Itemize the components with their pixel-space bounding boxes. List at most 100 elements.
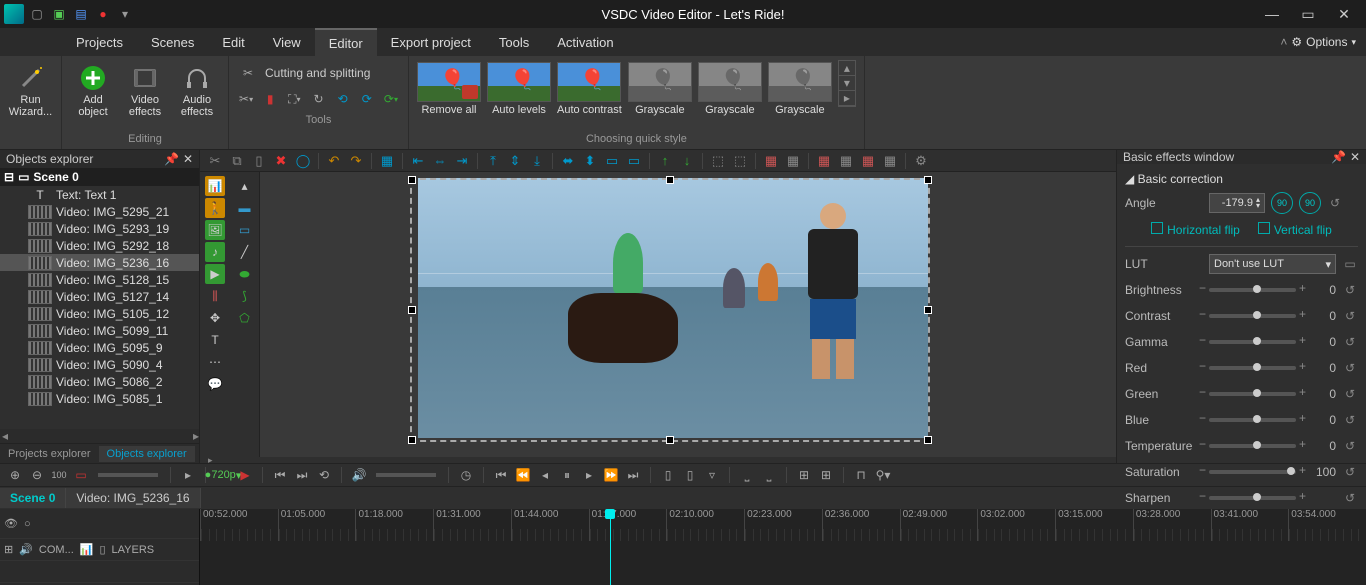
ungroup-icon[interactable]: ⬚ <box>731 152 749 170</box>
expand-icon[interactable]: ˄ <box>1280 35 1287 49</box>
rot90r-button[interactable]: 90 <box>1299 192 1321 214</box>
gamma-slider[interactable] <box>1209 340 1296 344</box>
resolution-dropdown[interactable]: ● 720p ▾ <box>214 466 232 484</box>
quick-new-icon[interactable]: ▢ <box>30 7 44 21</box>
angle-input[interactable]: -179.9▴▾ <box>1209 193 1265 213</box>
quick-save-icon[interactable]: ▣ <box>52 7 66 21</box>
tab-projects-explorer[interactable]: Projects explorer <box>0 446 99 462</box>
grid1-icon[interactable]: ▦ <box>762 152 780 170</box>
tab-objects-explorer[interactable]: Objects explorer <box>99 446 195 462</box>
dist3-icon[interactable]: ▭ <box>603 152 621 170</box>
basic-correction-header[interactable]: ◢ Basic correction <box>1125 168 1358 190</box>
next-scene-icon[interactable]: ⏭ <box>293 466 311 484</box>
timeline-track-2[interactable] <box>0 561 199 583</box>
person-icon[interactable]: 🚶 <box>205 198 225 218</box>
selection-box[interactable] <box>410 178 930 442</box>
music-icon[interactable]: ♪ <box>205 242 225 262</box>
align-r-icon[interactable]: ⇥ <box>453 152 471 170</box>
sel4-icon[interactable]: ▦ <box>881 152 899 170</box>
pointer-icon[interactable]: ▴ <box>235 176 255 196</box>
temperature-reset-icon[interactable]: ↺ <box>1342 439 1358 453</box>
text-icon[interactable]: T <box>205 330 225 350</box>
tooltip-icon[interactable]: ⋯ <box>205 352 225 372</box>
menu-editor[interactable]: Editor <box>315 28 377 57</box>
chart-icon[interactable]: 📊 <box>205 176 225 196</box>
menu-view[interactable]: View <box>259 29 315 56</box>
link-icon[interactable]: ⚲▾ <box>874 466 892 484</box>
audio-effects-button[interactable]: Audio effects <box>174 60 220 118</box>
lut-dropdown[interactable]: Don't use LUT▾ <box>1209 254 1336 274</box>
angle-reset-icon[interactable]: ↺ <box>1327 196 1343 210</box>
blue-slider[interactable] <box>1209 418 1296 422</box>
paste-icon[interactable]: ▯ <box>250 152 268 170</box>
timeline-cursor[interactable] <box>610 509 611 585</box>
close-button[interactable]: ✕ <box>1326 6 1362 23</box>
red-reset-icon[interactable]: ↺ <box>1342 361 1358 375</box>
timeline-track-1[interactable]: ⊞🔊COM...📊▯LAYERS <box>0 539 199 561</box>
down-icon[interactable]: ↓ <box>678 152 696 170</box>
rect-sh-icon[interactable]: ▬ <box>235 198 255 218</box>
rot90-icon[interactable]: ⟲ <box>334 88 352 110</box>
run-wizard-button[interactable]: Run Wizard... <box>8 60 53 118</box>
rot90l-button[interactable]: 90 <box>1271 192 1293 214</box>
play-icon[interactable]: ▶ <box>205 264 225 284</box>
quick-open-icon[interactable]: ▤ <box>74 7 88 21</box>
crumb-scene[interactable]: Scene 0 <box>0 488 66 508</box>
rot90r-icon[interactable]: ⟳ <box>358 88 376 110</box>
tree-item[interactable]: Video: IMG_5105_12 <box>0 305 199 322</box>
add-object-button[interactable]: Add object <box>70 60 116 118</box>
hflip-checkbox[interactable]: Horizontal flip <box>1151 222 1240 237</box>
copy-icon[interactable]: ⧉ <box>228 152 246 170</box>
brightness-reset-icon[interactable]: ↺ <box>1342 283 1358 297</box>
vflip-checkbox[interactable]: Vertical flip <box>1258 222 1332 237</box>
style-grayscale-5[interactable]: Grayscale <box>768 62 832 116</box>
step-back-icon[interactable]: ◂ <box>536 466 554 484</box>
mark-in-icon[interactable]: ▯ <box>659 466 677 484</box>
rect2-sh-icon[interactable]: ▭ <box>235 220 255 240</box>
gamma-reset-icon[interactable]: ↺ <box>1342 335 1358 349</box>
style-grayscale-3[interactable]: Grayscale <box>628 62 692 116</box>
grid2-icon[interactable]: ▦ <box>784 152 802 170</box>
ffwd-icon[interactable]: ⏩ <box>602 466 620 484</box>
quick-more-icon[interactable]: ▾ <box>118 7 132 21</box>
lock-icon[interactable]: ○ <box>24 518 31 530</box>
align-m-icon[interactable]: ⇕ <box>506 152 524 170</box>
drag-icon[interactable]: ✥ <box>205 308 225 328</box>
zoom-out-icon[interactable]: ⊖ <box>28 466 46 484</box>
loop-icon[interactable]: ⟲ <box>315 466 333 484</box>
menu-edit[interactable]: Edit <box>208 29 258 56</box>
expand-icon2[interactable]: ▸ <box>179 466 197 484</box>
zoomfit-icon[interactable]: ▭ <box>72 466 90 484</box>
close-pane2-icon[interactable]: ✕ <box>1350 150 1360 164</box>
marker-icon[interactable]: ▿ <box>703 466 721 484</box>
group-icon[interactable]: ⬚ <box>709 152 727 170</box>
snap1-icon[interactable]: ⊞ <box>795 466 813 484</box>
tree-item[interactable]: Video: IMG_5099_11 <box>0 322 199 339</box>
last-frame-icon[interactable]: ⏭ <box>624 466 642 484</box>
crumb-item[interactable]: Video: IMG_5236_16 <box>66 488 200 508</box>
settings-icon[interactable]: ⚙ <box>912 152 930 170</box>
snap2-icon[interactable]: ⊞ <box>817 466 835 484</box>
ellipse-sh-icon[interactable]: ⬬ <box>235 264 255 284</box>
cut-split-button[interactable]: ✂Cutting and splitting <box>237 60 400 86</box>
zoom100-icon[interactable]: 100 <box>50 466 68 484</box>
tree-item[interactable]: Video: IMG_5293_19 <box>0 220 199 237</box>
play-button[interactable]: ▶ <box>236 466 254 484</box>
redo-icon[interactable]: ↷ <box>347 152 365 170</box>
saturation-slider[interactable] <box>1209 470 1296 474</box>
align-l-icon[interactable]: ⇤ <box>409 152 427 170</box>
eq-icon[interactable]: ⫼ <box>205 286 225 306</box>
undo-icon[interactable]: ↶ <box>325 152 343 170</box>
tree-item[interactable]: Video: IMG_5236_16 <box>0 254 199 271</box>
clock-icon[interactable]: ◷ <box>457 466 475 484</box>
stop-icon[interactable]: ⏸ <box>558 466 576 484</box>
razor-icon[interactable]: ▮ <box>261 88 279 110</box>
free-sh-icon[interactable]: ⟆ <box>235 286 255 306</box>
style-remove-all-0[interactable]: Remove all <box>417 62 481 116</box>
style-auto-contrast-2[interactable]: Auto contrast <box>557 62 622 116</box>
scissors2-icon[interactable]: ✂▾ <box>237 88 255 110</box>
refresh-icon[interactable]: ⟳▾ <box>382 88 400 110</box>
mark-out-icon[interactable]: ▯ <box>681 466 699 484</box>
split2-icon[interactable]: ⎵ <box>760 466 778 484</box>
volume-slider[interactable] <box>376 473 436 477</box>
